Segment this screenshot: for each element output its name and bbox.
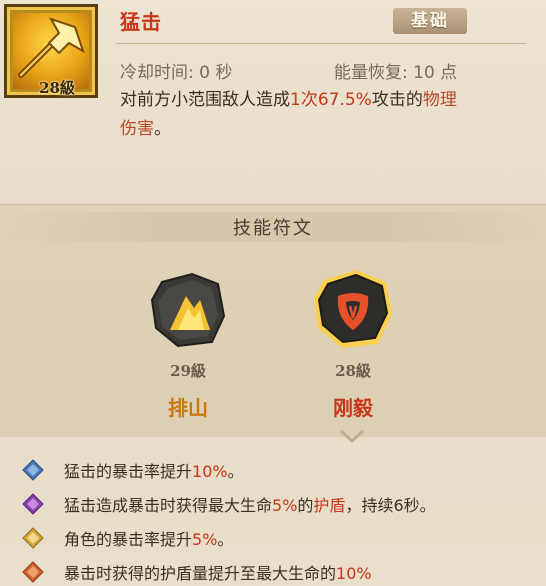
effect-text: 猛击造成暴击时获得最大生命5%的护盾，持续6秒。: [64, 492, 436, 516]
desc-damage-type: 伤害: [120, 119, 154, 139]
desc-part: 对前方小范围敌人造成: [120, 90, 290, 110]
effect-part: 。: [217, 530, 234, 549]
effect-value: 10%: [336, 564, 372, 583]
skill-icon-frame[interactable]: 28級: [4, 4, 98, 98]
effect-text: 暴击时获得的护盾量提升至最大生命的10%: [64, 560, 372, 584]
cooldown-text: 冷却时间: 0 秒: [120, 63, 233, 83]
rune-level: 28級: [335, 362, 371, 380]
effect-part: 的: [297, 496, 314, 515]
header-divider: [116, 43, 526, 44]
shield-icon: [314, 270, 392, 348]
skill-detail-panel: 28級 猛击 基础 冷却时间: 0 秒 能量恢复: 10 点 对前方小范围敌人造…: [0, 0, 546, 586]
diamond-icon: [22, 459, 44, 481]
desc-percent: 67.5%: [317, 90, 372, 110]
skill-description: 对前方小范围敌人造成1次67.5%攻击的物理伤害。: [120, 86, 530, 144]
effect-part: 猛击的暴击率提升: [64, 462, 193, 481]
list-item: 猛击的暴击率提升10%。: [22, 456, 542, 482]
effect-part: ，持续6秒。: [345, 496, 436, 515]
desc-part: 攻击的: [371, 90, 423, 110]
energy-text: 能量恢复: 10 点: [334, 63, 458, 83]
rune-name: 刚毅: [333, 396, 373, 420]
effect-part: 暴击时获得的护盾量提升至最大生命的: [64, 564, 337, 583]
rune-level: 29級: [170, 362, 206, 380]
effect-part: 猛击造成暴击时获得最大生命: [64, 496, 273, 515]
list-item: 角色的暴击率提升5%。: [22, 524, 542, 550]
effect-keyword: 护盾: [313, 496, 346, 515]
rune-name: 排山: [168, 396, 208, 420]
effect-text: 猛击的暴击率提升10%。: [64, 458, 244, 482]
diamond-icon: [22, 561, 44, 583]
skill-name: 猛击: [120, 10, 162, 34]
desc-damage-type: 物理: [422, 90, 457, 110]
list-item: 暴击时获得的护盾量提升至最大生命的10%: [22, 558, 542, 584]
diamond-icon: [22, 527, 44, 549]
skill-type-badge: 基础: [393, 8, 467, 34]
mountain-icon: [150, 272, 226, 348]
effect-value: 5%: [192, 530, 218, 549]
chevron-down-icon: [339, 429, 365, 444]
effect-part: 。: [227, 462, 244, 481]
desc-part: 。: [154, 119, 171, 139]
skill-level: 28級: [39, 79, 75, 97]
rune-gangyi[interactable]: [310, 266, 396, 352]
rune-section-title: 技能符文: [233, 218, 313, 239]
rune-paishan[interactable]: [148, 270, 228, 350]
diamond-icon: [22, 493, 44, 515]
list-item: 猛击造成暴击时获得最大生命5%的护盾，持续6秒。: [22, 490, 542, 516]
effect-text: 角色的暴击率提升5%。: [64, 526, 233, 550]
desc-hits: 1次: [290, 90, 318, 110]
effect-value: 10%: [192, 462, 228, 481]
effect-part: 角色的暴击率提升: [64, 530, 193, 549]
effect-value: 5%: [272, 496, 298, 515]
